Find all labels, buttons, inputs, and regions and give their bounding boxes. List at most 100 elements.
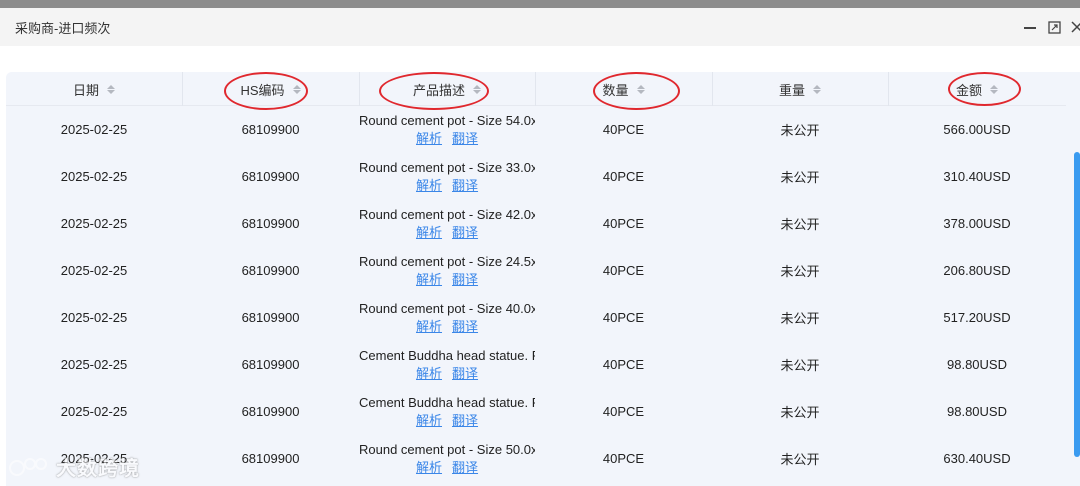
translate-link[interactable]: 翻译 bbox=[452, 460, 478, 476]
analyze-link[interactable]: 解析 bbox=[416, 272, 442, 288]
top-edge-bar bbox=[0, 0, 1080, 8]
cell-hs-code: 68109900 bbox=[241, 404, 300, 419]
cell-weight: 未公开 bbox=[780, 405, 820, 420]
cell-weight: 未公开 bbox=[780, 264, 820, 279]
table-row: 2025-02-25 68109900 Round cement pot - S… bbox=[6, 435, 1066, 482]
cell-amount: 98.80USD bbox=[947, 404, 1007, 419]
cell-quantity: 40PCE bbox=[602, 451, 645, 466]
sort-icon[interactable] bbox=[636, 84, 645, 94]
column-header-description[interactable]: 产品描述 bbox=[359, 72, 535, 106]
analyze-link[interactable]: 解析 bbox=[416, 131, 442, 147]
cell-description: Round cement pot - Size 50.0x5 解析 翻译 bbox=[359, 435, 535, 482]
cell-weight: 未公开 bbox=[780, 311, 820, 326]
close-button[interactable] bbox=[1068, 17, 1080, 37]
column-header-weight[interactable]: 重量 bbox=[712, 72, 888, 106]
cell-date: 2025-02-25 bbox=[60, 169, 128, 184]
cell-description: Round cement pot - Size 24.5x2 解析 翻译 bbox=[359, 247, 535, 294]
cell-hs-code: 68109900 bbox=[241, 216, 300, 231]
dialog-header: 采购商-进口频次 bbox=[0, 8, 1080, 46]
dialog-title: 采购商-进口频次 bbox=[15, 21, 111, 36]
translate-link[interactable]: 翻译 bbox=[452, 366, 478, 382]
column-label: 数量 bbox=[602, 82, 629, 98]
cell-quantity: 40PCE bbox=[602, 404, 645, 419]
cell-weight: 未公开 bbox=[780, 217, 820, 232]
column-header-amount[interactable]: 金额 bbox=[888, 72, 1066, 106]
column-label: 重量 bbox=[778, 82, 805, 98]
sort-icon[interactable] bbox=[473, 84, 481, 94]
cell-weight: 未公开 bbox=[780, 358, 820, 373]
minimize-icon bbox=[1024, 27, 1036, 29]
dialog-content: 日期 HS编码 产品描述 数量 重量 金额 2025-02-25 6810990… bbox=[0, 46, 1080, 486]
cell-weight: 未公开 bbox=[780, 170, 820, 185]
cell-description: Round cement pot - Size 33.0x3 解析 翻译 bbox=[359, 153, 535, 200]
cell-quantity: 40PCE bbox=[602, 216, 645, 231]
cell-hs-code: 68109900 bbox=[241, 169, 300, 184]
cell-quantity: 40PCE bbox=[602, 310, 645, 325]
cell-description: Round cement pot - Size 40.0x4 解析 翻译 bbox=[359, 294, 535, 341]
sort-icon[interactable] bbox=[813, 84, 821, 94]
cell-description: Cement Buddha head statue. P 解析 翻译 bbox=[359, 341, 535, 388]
analyze-link[interactable]: 解析 bbox=[416, 319, 442, 335]
description-text: Cement Buddha head statue. P bbox=[359, 348, 535, 363]
watermark: 大数跨境 bbox=[8, 452, 140, 481]
sort-icon[interactable] bbox=[292, 84, 301, 94]
cell-date: 2025-02-25 bbox=[60, 357, 128, 372]
translate-link[interactable]: 翻译 bbox=[452, 131, 478, 147]
sort-icon[interactable] bbox=[990, 84, 998, 94]
analyze-link[interactable]: 解析 bbox=[416, 460, 442, 476]
maximize-icon bbox=[1047, 20, 1061, 34]
translate-link[interactable]: 翻译 bbox=[452, 319, 478, 335]
translate-link[interactable]: 翻译 bbox=[452, 225, 478, 241]
cell-weight: 未公开 bbox=[780, 123, 820, 138]
cell-amount: 378.00USD bbox=[943, 216, 1011, 231]
cell-description: Round cement pot - Size 42.0x4 解析 翻译 bbox=[359, 200, 535, 247]
cell-hs-code: 68109900 bbox=[241, 451, 300, 466]
cell-date: 2025-02-25 bbox=[60, 404, 128, 419]
maximize-button[interactable] bbox=[1045, 17, 1063, 37]
cell-quantity: 40PCE bbox=[602, 169, 645, 184]
cell-quantity: 40PCE bbox=[602, 263, 645, 278]
minimize-button[interactable] bbox=[1021, 17, 1039, 37]
table-row: 2025-02-25 68109900 Round cement pot - S… bbox=[6, 247, 1066, 294]
cell-hs-code: 68109900 bbox=[241, 263, 300, 278]
column-label: 金额 bbox=[955, 82, 982, 98]
analyze-link[interactable]: 解析 bbox=[416, 225, 442, 241]
column-label: HS编码 bbox=[240, 82, 285, 98]
cell-hs-code: 68109900 bbox=[241, 357, 300, 372]
table-row: 2025-02-25 68109900 Cement Buddha head s… bbox=[6, 388, 1066, 435]
translate-link[interactable]: 翻译 bbox=[452, 413, 478, 429]
cell-date: 2025-02-25 bbox=[60, 216, 128, 231]
translate-link[interactable]: 翻译 bbox=[452, 178, 478, 194]
translate-link[interactable]: 翻译 bbox=[452, 272, 478, 288]
cell-amount: 566.00USD bbox=[943, 122, 1011, 137]
sort-icon[interactable] bbox=[107, 84, 115, 94]
watermark-logo-icon bbox=[9, 457, 47, 476]
cell-hs-code: 68109900 bbox=[241, 122, 300, 137]
cell-description: Cement Buddha head statue. P 解析 翻译 bbox=[359, 388, 535, 435]
column-header-date[interactable]: 日期 bbox=[6, 72, 182, 106]
cell-amount: 630.40USD bbox=[943, 451, 1011, 466]
description-text: Round cement pot - Size 42.0x4 bbox=[359, 207, 535, 222]
description-text: Round cement pot - Size 24.5x2 bbox=[359, 254, 535, 269]
watermark-text: 大数跨境 bbox=[56, 458, 140, 480]
table-row: 2025-02-25 68109900 Round cement pot - S… bbox=[6, 200, 1066, 247]
table-row: 2025-02-25 68109900 Round cement pot - S… bbox=[6, 106, 1066, 153]
cell-date: 2025-02-25 bbox=[60, 310, 128, 325]
cell-amount: 98.80USD bbox=[947, 357, 1007, 372]
column-label: 产品描述 bbox=[412, 82, 465, 98]
cell-weight: 未公开 bbox=[780, 452, 820, 467]
vertical-scrollbar[interactable] bbox=[1074, 152, 1080, 457]
cell-date: 2025-02-25 bbox=[60, 263, 128, 278]
analyze-link[interactable]: 解析 bbox=[416, 413, 442, 429]
cell-hs-code: 68109900 bbox=[241, 310, 300, 325]
cell-quantity: 40PCE bbox=[602, 122, 645, 137]
column-header-quantity[interactable]: 数量 bbox=[535, 72, 712, 106]
cell-description: Round cement pot - Size 54.0x5 解析 翻译 bbox=[359, 106, 535, 153]
column-header-hs-code[interactable]: HS编码 bbox=[182, 72, 359, 106]
cell-amount: 206.80USD bbox=[943, 263, 1011, 278]
analyze-link[interactable]: 解析 bbox=[416, 366, 442, 382]
description-text: Round cement pot - Size 40.0x4 bbox=[359, 301, 535, 316]
table-body: 2025-02-25 68109900 Round cement pot - S… bbox=[6, 106, 1066, 486]
analyze-link[interactable]: 解析 bbox=[416, 178, 442, 194]
cell-amount: 517.20USD bbox=[943, 310, 1011, 325]
